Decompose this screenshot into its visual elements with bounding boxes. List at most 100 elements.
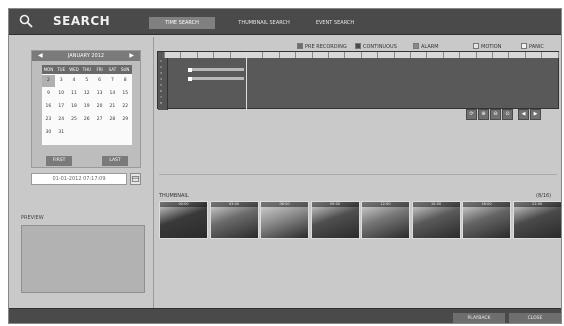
preview-window bbox=[21, 225, 145, 293]
legend-item: MOTION bbox=[473, 43, 501, 51]
last-button[interactable]: LAST bbox=[102, 156, 128, 166]
thumbnail-item[interactable]: 15:00 bbox=[411, 201, 461, 239]
weekday-label: THU bbox=[80, 65, 94, 74]
thumbnail-item[interactable]: 09:00 bbox=[310, 201, 360, 239]
calendar-day[interactable]: 27 bbox=[93, 114, 106, 126]
search-window: SEARCH TIME SEARCH THUMBNAIL SEARCH EVEN… bbox=[8, 8, 562, 324]
horizontal-divider bbox=[159, 174, 557, 175]
calendar-day[interactable]: 16 bbox=[42, 101, 55, 113]
calendar-day[interactable]: 14 bbox=[106, 88, 119, 100]
thumbnail-item[interactable]: 00:00 bbox=[159, 201, 208, 239]
channel-number: 1 bbox=[160, 59, 162, 63]
weekday-label: TUE bbox=[54, 65, 68, 74]
calendar-day[interactable]: 6 bbox=[93, 75, 106, 87]
calendar-grid: MON TUE WED THU FRI SAT SUN 2 3 4 5 6 7 8 9 10 11 12 13 14 1… bbox=[42, 65, 132, 145]
thumbnail-strip: 00:00 03:00 06:00 09:00 12:00 15:00 18:00 21:00 bbox=[159, 201, 561, 239]
thumbnail-item[interactable]: 12:00 bbox=[361, 201, 410, 239]
close-button[interactable]: CLOSE bbox=[509, 313, 561, 323]
calendar-day[interactable]: 7 bbox=[106, 75, 119, 87]
prev-month-icon[interactable]: ◀ bbox=[38, 51, 43, 61]
timeline-tick bbox=[262, 52, 264, 58]
prev-button[interactable]: ◀ bbox=[518, 109, 529, 120]
datetime-go-button[interactable] bbox=[130, 173, 141, 185]
timeline-tick bbox=[295, 52, 297, 58]
calendar-day[interactable]: 5 bbox=[80, 75, 93, 87]
timeline-tick bbox=[196, 52, 198, 58]
channel-number: 8 bbox=[160, 101, 162, 105]
calendar-day[interactable]: 24 bbox=[55, 114, 68, 126]
calendar-day[interactable]: 28 bbox=[106, 114, 119, 126]
tab-time-search[interactable]: TIME SEARCH bbox=[149, 17, 215, 29]
zoom-out-button[interactable]: ⊖ bbox=[490, 109, 501, 120]
thumbnail-time: 21:00 bbox=[513, 202, 561, 207]
thumbnail-time: 06:00 bbox=[261, 202, 308, 207]
weekday-label: SUN bbox=[118, 65, 132, 74]
bottom-bar: PLAYBACK CLOSE bbox=[9, 308, 561, 323]
legend-label: ALARM bbox=[421, 44, 439, 50]
thumbnail-time: 00:00 bbox=[160, 202, 207, 207]
calendar-day[interactable]: 31 bbox=[55, 127, 68, 139]
next-button[interactable]: ▶ bbox=[530, 109, 541, 120]
calendar-day[interactable]: 22 bbox=[119, 101, 132, 113]
calendar-day[interactable]: 8 bbox=[119, 75, 132, 87]
timeline-tick bbox=[278, 52, 280, 58]
timeline-tick bbox=[475, 52, 477, 58]
first-button[interactable]: FIRST bbox=[46, 156, 72, 166]
calendar-day[interactable]: 25 bbox=[68, 114, 81, 126]
header-bar: SEARCH TIME SEARCH THUMBNAIL SEARCH EVEN… bbox=[9, 9, 561, 35]
calendar-day[interactable]: 12 bbox=[80, 88, 93, 100]
calendar-day[interactable]: 20 bbox=[93, 101, 106, 113]
calendar-day[interactable]: 13 bbox=[93, 88, 106, 100]
zoom-in-button[interactable]: ⊕ bbox=[478, 109, 489, 120]
thumbnail-item[interactable]: 03:00 bbox=[209, 201, 259, 239]
legend-label: MOTION bbox=[481, 44, 502, 50]
preview-label: PREVIEW bbox=[21, 215, 44, 221]
timeline-tick bbox=[377, 52, 379, 58]
calendar-day[interactable]: 30 bbox=[42, 127, 55, 139]
timeline-tick bbox=[344, 52, 346, 58]
tab-event-search[interactable]: EVENT SEARCH bbox=[305, 17, 365, 29]
calendar-day[interactable]: 11 bbox=[68, 88, 81, 100]
tab-thumbnail-search[interactable]: THUMBNAIL SEARCH bbox=[231, 17, 297, 29]
thumbnail-time: 18:00 bbox=[463, 202, 510, 207]
calendar: ◀ JANUARY 2012 ▶ MON TUE WED THU FRI SAT SUN 2 3… bbox=[31, 50, 141, 168]
calendar-icon bbox=[131, 176, 140, 182]
calendar-day[interactable]: 15 bbox=[119, 88, 132, 100]
thumbnail-item[interactable]: 18:00 bbox=[462, 201, 511, 239]
thumbnail-time: 09:00 bbox=[311, 202, 359, 207]
timeline-tick bbox=[213, 52, 215, 58]
calendar-day[interactable]: 23 bbox=[42, 114, 55, 126]
weekday-label: SAT bbox=[106, 65, 119, 74]
timeline-tick bbox=[393, 52, 395, 58]
timeline-cursor[interactable] bbox=[246, 52, 247, 110]
playback-button[interactable]: PLAYBACK bbox=[453, 313, 505, 323]
calendar-day[interactable]: 4 bbox=[68, 75, 81, 87]
timeline-ruler bbox=[164, 52, 559, 58]
legend-label: PANIC bbox=[529, 44, 544, 50]
calendar-day[interactable]: 9 bbox=[42, 88, 55, 100]
next-month-icon[interactable]: ▶ bbox=[129, 51, 134, 61]
weekday-label: MON bbox=[42, 65, 55, 74]
calendar-day[interactable]: 2 bbox=[42, 75, 55, 87]
calendar-day[interactable]: 18 bbox=[68, 101, 81, 113]
thumbnail-item[interactable]: 06:00 bbox=[260, 201, 309, 239]
calendar-day[interactable]: 26 bbox=[80, 114, 93, 126]
timeline-tick bbox=[492, 52, 493, 58]
calendar-day[interactable]: 3 bbox=[55, 75, 68, 87]
calendar-day[interactable]: 29 bbox=[119, 114, 132, 126]
calendar-day[interactable]: 17 bbox=[55, 101, 68, 113]
thumbnail-time: 12:00 bbox=[362, 202, 409, 207]
calendar-day[interactable]: 19 bbox=[80, 101, 93, 113]
fit-button[interactable]: ⊙ bbox=[502, 109, 513, 120]
calendar-day[interactable]: 10 bbox=[55, 88, 68, 100]
refresh-button[interactable]: ⟳ bbox=[466, 109, 477, 120]
timeline-tick bbox=[328, 52, 329, 58]
datetime-field[interactable]: 01-01-2012 07:17:09 bbox=[31, 173, 127, 185]
timeline[interactable]: 1 2 3 4 5 6 7 8 bbox=[157, 51, 559, 110]
thumbnail-item[interactable]: 21:00 bbox=[512, 201, 561, 239]
calendar-day[interactable]: 21 bbox=[106, 101, 119, 113]
weekday-label: WED bbox=[67, 65, 81, 74]
timeline-tick bbox=[229, 52, 231, 58]
thumbnail-count: (8/16) bbox=[536, 193, 552, 199]
legend-swatch bbox=[521, 43, 527, 49]
